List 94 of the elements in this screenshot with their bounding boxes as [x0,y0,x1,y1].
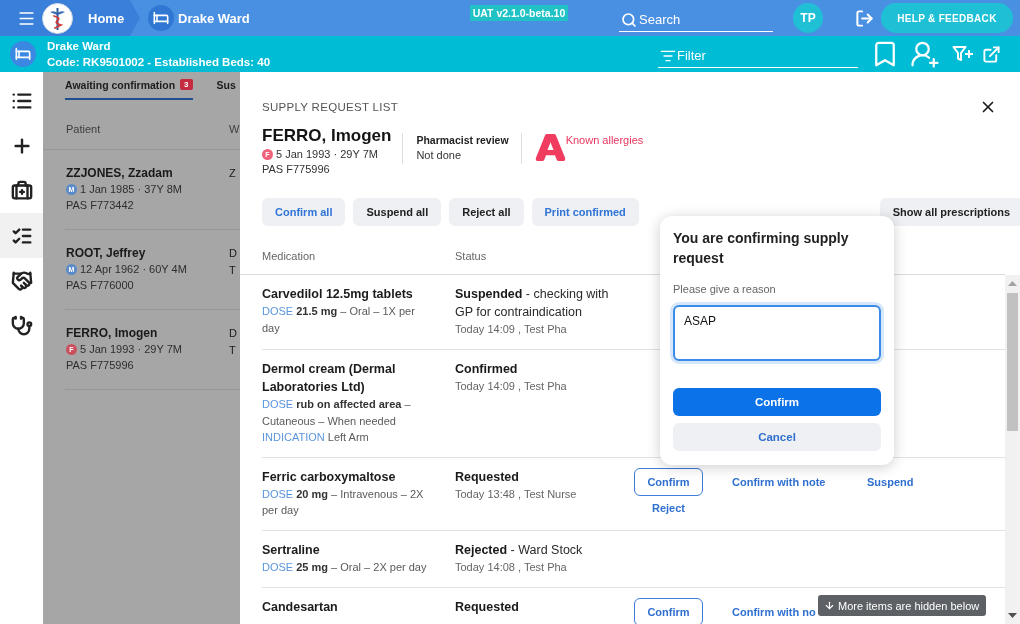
add-user-button[interactable] [910,39,940,69]
status-text: Confirmed [455,361,519,378]
reject-button[interactable]: Reject [652,499,685,516]
suspend-button[interactable]: Suspend [867,473,914,490]
medication-detail: INDICATION Left Arm [262,430,370,445]
pas-number: PAS F775996 [66,358,135,373]
medication-name: Dermol cream (Dermal Laboratories Ltd) [262,361,397,396]
ward-link[interactable]: Drake Ward [178,10,250,26]
status-text: Requested [455,468,520,486]
reject-all-button[interactable]: Reject all [449,198,524,226]
pas-number: PAS F773442 [66,198,135,213]
medication-name: Carvedilol 12.5mg tablets [262,286,414,303]
column-header: Medication [262,249,317,264]
table-cell-text: T [229,263,237,278]
tab[interactable]: Sus [216,72,236,100]
home-link[interactable]: Home [88,10,125,26]
status-text: Requested [455,598,520,616]
bed-icon [148,5,174,31]
patient-name: FERRO, Imogen [66,325,159,341]
filter-add-icon [952,45,974,63]
table-cell-text: Z [229,166,237,181]
show-all-prescriptions-button[interactable]: Show all prescriptions [879,198,1020,226]
birth-date: 1 Jan 1985 · 37Y 8M [80,182,182,197]
scroll-down-icon[interactable] [1008,613,1017,618]
birth-date: 12 Apr 1962 · 60Y 4M [80,262,187,277]
patient-name: FERRO, Imogen [262,125,392,147]
arrow-down-icon [824,600,835,611]
updated-text: Today 14:08 , Test Pha [455,559,568,575]
search-icon [621,12,637,28]
stethoscope-icon [10,314,33,337]
updated-text: Today 14:09 , Test Pha [455,322,568,337]
suspend-all-button[interactable]: Suspend all [353,198,442,226]
confirm-with-note-button[interactable]: Confirm with no [732,603,816,620]
confirm-button[interactable]: Confirm [634,467,703,496]
allergy-warning-icon [534,132,566,163]
logout-button[interactable] [855,8,874,28]
handshake-icon [10,269,33,292]
confirm-with-note-button[interactable]: Confirm with note [732,473,826,490]
reason-label: Please give a reason [673,282,777,297]
medication-name: Candesartan [262,598,339,616]
count-badge: 3 [180,79,193,90]
medical-logo-icon [42,2,73,34]
environment-badge: UAT v2.1.0-beta.10 [469,5,569,21]
pas-number: PAS F776000 [66,278,135,293]
status-text: Suspended - checking with GP for contraindication [455,286,610,321]
medication-detail: DOSE rub on affected area – Cutaneous – When needed [262,397,412,429]
table-cell-text: D [229,326,238,341]
birth-date: 5 Jan 1993 · 29Y 7M [80,342,182,357]
filter-field[interactable]: Filter [658,44,858,68]
patient-name: ROOT, Jeffrey [66,245,147,261]
patient-name: ZZJONES, Zzadam [66,165,174,181]
birth-date: 5 Jan 1993 · 29Y 7M [276,147,378,162]
ward-details: Code: RK9501002 - Established Beds: 40 [47,55,271,70]
allergy-warning: Known allergies [565,133,644,148]
add-filter-button[interactable] [952,45,974,63]
pas-number: PAS F775996 [262,162,331,177]
add-user-icon [910,39,940,69]
filter-icon [660,48,676,64]
scrollbar[interactable] [1005,275,1020,624]
column-header: Patient [66,122,102,137]
scrollbar-thumb[interactable] [1007,293,1018,431]
medication-detail: DOSE 20 mg – Intravenous – 2X per day [262,486,425,518]
sidebar-item[interactable] [0,213,43,258]
open-external-button[interactable] [982,44,1001,64]
print-confirmed-button[interactable]: Print confirmed [531,198,639,226]
updated-text: Today 13:48 , Test Nurse [455,486,578,502]
panel-title: SUPPLY REQUEST LIST [262,100,399,115]
pharmacist-review-value: Not done [416,148,463,163]
confirm-button[interactable]: Confirm [634,597,703,624]
ward-name: Drake Ward [47,39,112,54]
updated-text: Today 14:09 , Test Pha [455,379,568,394]
pharmacist-review-label: Pharmacist review [416,133,509,148]
status-text: Rejected - Ward Stock [455,541,584,559]
bed-icon [10,41,36,67]
medication-name: Sertraline [262,541,321,559]
medication-detail: DOSE 21.5 mg – Oral – 1X per day [262,304,416,336]
confirm-all-button[interactable]: Confirm all [262,198,346,226]
reason-field[interactable]: ASAP [673,305,881,361]
external-link-icon [982,44,1001,64]
medication-name: Ferric carboxymaltose [262,468,397,486]
column-header: W [229,122,240,137]
confirm-button[interactable]: Confirm [673,388,881,416]
medical-kit-icon [10,179,33,202]
table-cell-text: T [229,343,237,358]
logout-icon [855,8,874,28]
medication-detail: DOSE 25 mg – Oral – 2X per day [262,559,428,575]
search-field[interactable]: Search [619,8,773,32]
cancel-button[interactable]: Cancel [673,423,881,451]
toast-text: More items are hidden below [838,599,980,612]
tab[interactable]: Awaiting confirmation 3 [65,72,193,100]
table-cell-text: D [229,246,238,261]
popover-title: You are confirming supply request [673,229,850,268]
scroll-up-icon[interactable] [1008,281,1017,286]
column-header: Status [455,249,488,264]
